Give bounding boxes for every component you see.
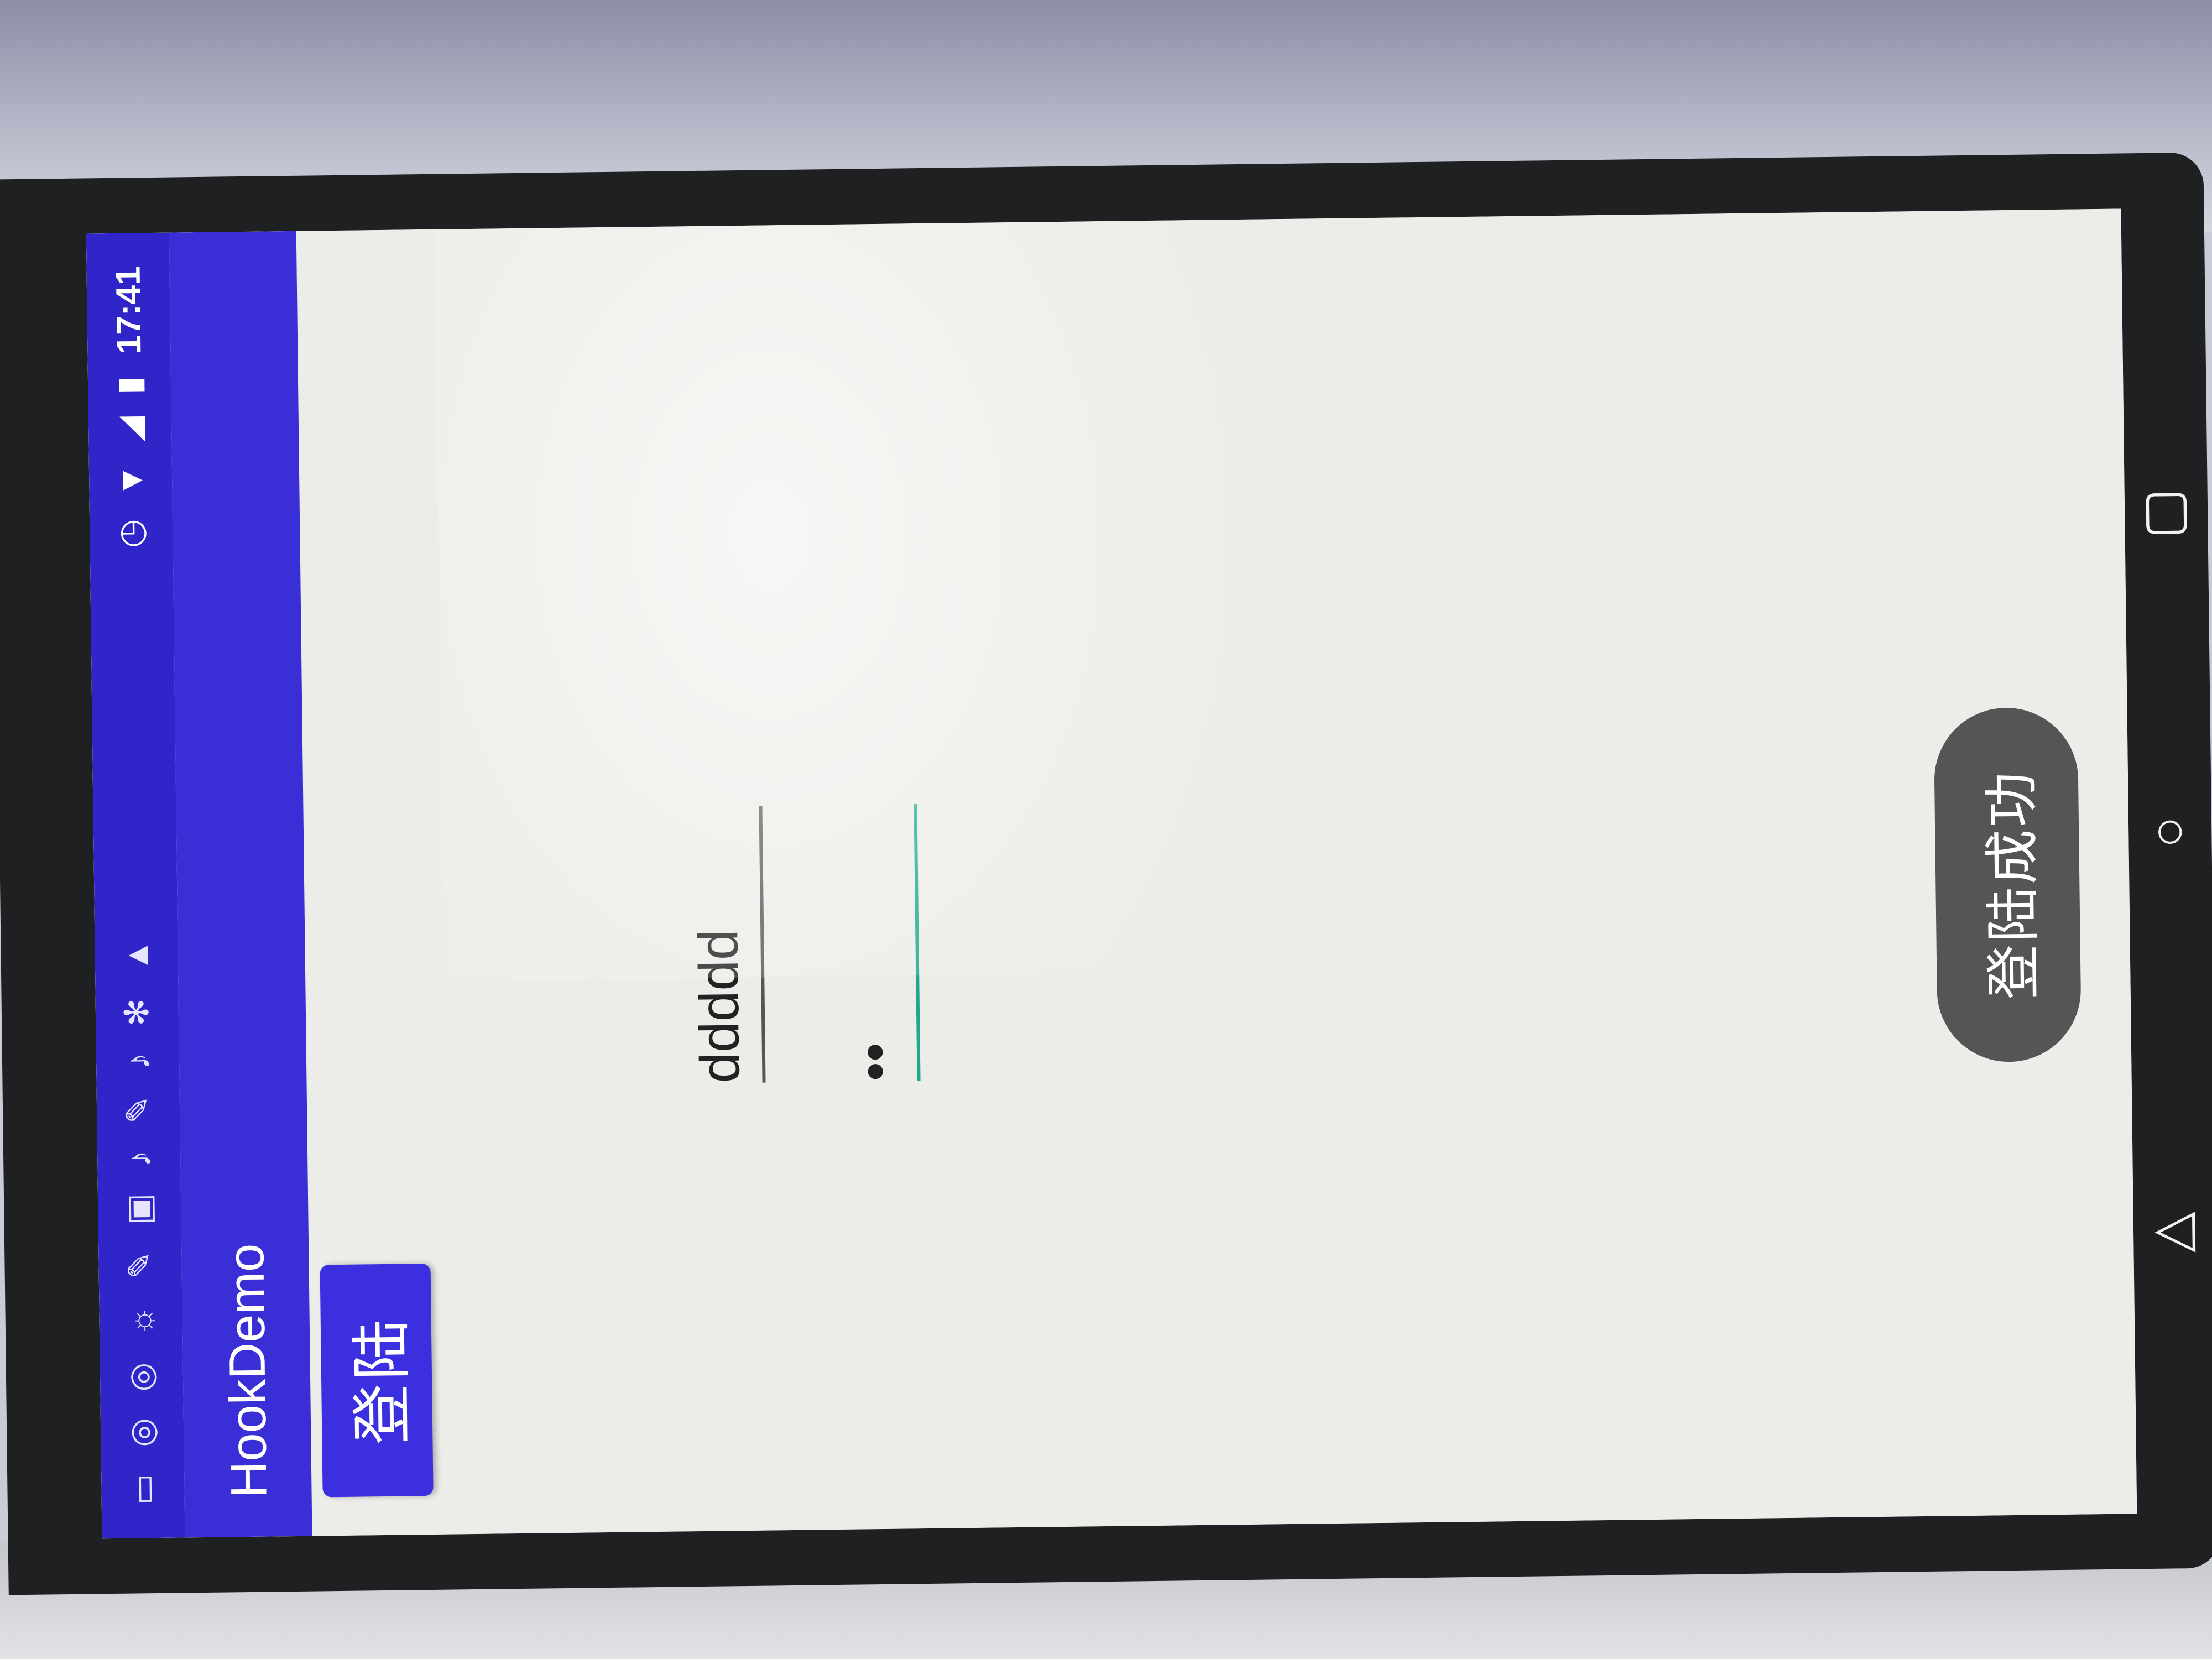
username-field[interactable]: ddddd	[668, 806, 766, 1084]
phone-screen: ▭ ◎ ◎ ☼ ✎ ▣ ♪ ✎ ♪ ✻ ▲ ◷ ▼ ◢ ▮ 17:41 Hook…	[86, 208, 2137, 1539]
login-content: 登陆 ddddd •• 登陆成功	[296, 208, 2137, 1536]
feather-icon: ✎	[119, 1095, 157, 1124]
app-window: ▭ ◎ ◎ ☼ ✎ ▣ ♪ ✎ ♪ ✻ ▲ ◷ ▼ ◢ ▮ 17:41 Hook…	[86, 208, 2137, 1539]
toast-message: 登陆成功	[1933, 707, 2082, 1063]
battery-icon: ▮	[110, 375, 148, 395]
login-button[interactable]: 登陆	[320, 1263, 434, 1498]
signal-icon: ◢	[111, 416, 149, 442]
fan-icon: ✻	[118, 998, 156, 1027]
password-field[interactable]: ••	[823, 804, 921, 1082]
tiktok-icon: ♪	[119, 1052, 156, 1070]
system-status: ◷ ▼ ◢ ▮ 17:41	[103, 266, 156, 549]
clock-icon: ◷	[112, 519, 150, 549]
brightness-icon: ☼	[122, 1305, 160, 1337]
phone-body: ▢ ○ ◁ ▭ ◎ ◎ ☼ ✎ ▣ ♪ ✎ ♪ ✻ ▲ ◷ ▼ ◢ ▮ 17:4…	[0, 152, 2212, 1595]
status-bar: ▭ ◎ ◎ ☼ ✎ ▣ ♪ ✎ ♪ ✻ ▲ ◷ ▼ ◢ ▮ 17:41	[86, 232, 185, 1539]
tiktok-icon: ♪	[120, 1150, 158, 1167]
news-icon: ▣	[120, 1193, 158, 1225]
recent-apps-icon[interactable]: ▢	[2141, 479, 2192, 539]
message-icon: ▭	[124, 1473, 161, 1505]
app-title: HookDemo	[218, 1243, 278, 1499]
sync-icon: ◎	[122, 1362, 160, 1392]
wifi-icon: ▼	[112, 463, 150, 498]
sync-icon: ◎	[123, 1417, 161, 1448]
warning-icon: ▲	[117, 938, 155, 972]
app-toolbar: HookDemo	[169, 231, 312, 1538]
feather-icon: ✎	[121, 1251, 159, 1280]
status-clock: 17:41	[108, 266, 148, 354]
notification-icons: ▭ ◎ ◎ ☼ ✎ ▣ ♪ ✎ ♪ ✻ ▲	[111, 939, 168, 1505]
back-icon[interactable]: ◁	[2150, 1198, 2200, 1258]
home-icon[interactable]: ○	[2145, 800, 2195, 860]
